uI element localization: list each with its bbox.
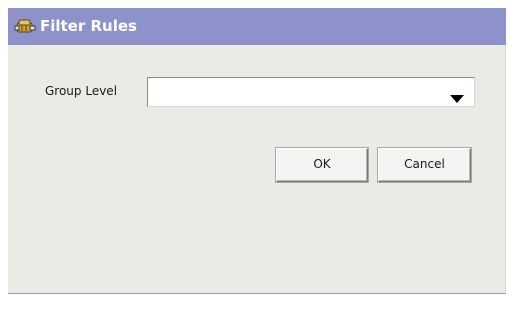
group-level-label: Group Level: [45, 84, 118, 98]
filter-rules-icon: [14, 18, 36, 34]
title-bar: Filter Rules: [8, 8, 506, 45]
triangle-down-icon[interactable]: [450, 88, 464, 103]
cancel-button[interactable]: Cancel: [378, 148, 471, 182]
filter-rules-dialog: Filter Rules Group Level OK Cancel: [8, 8, 506, 294]
group-level-select[interactable]: [147, 77, 475, 107]
ok-button[interactable]: OK: [276, 148, 368, 182]
dialog-title: Filter Rules: [40, 17, 137, 35]
